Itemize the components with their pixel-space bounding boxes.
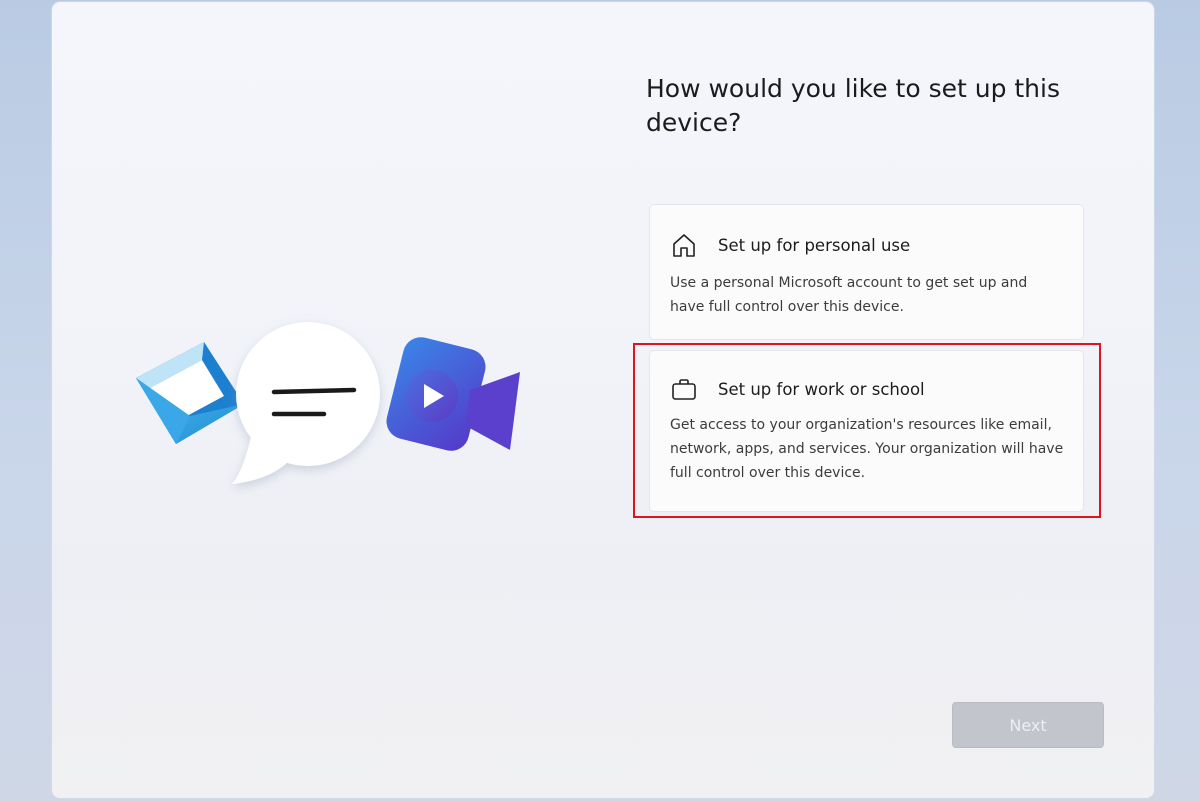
option-description: Get access to your organization's resour… bbox=[670, 417, 1064, 481]
page-title: How would you like to set up this device… bbox=[646, 74, 1061, 137]
mail-envelope-icon bbox=[136, 342, 244, 444]
personal-use-option[interactable]: Set up for personal use Use a personal M… bbox=[650, 205, 1083, 339]
briefcase-icon bbox=[670, 375, 698, 403]
work-or-school-option[interactable]: Set up for work or school Get access to … bbox=[650, 351, 1083, 511]
setup-window: How would you like to set up this device… bbox=[52, 2, 1154, 798]
option-title: Set up for personal use bbox=[718, 235, 911, 255]
video-camera-icon bbox=[386, 337, 520, 451]
option-title: Set up for work or school bbox=[718, 379, 925, 399]
home-icon bbox=[670, 231, 698, 259]
option-header: Set up for work or school bbox=[670, 375, 925, 403]
hero-illustration bbox=[136, 322, 520, 484]
option-header: Set up for personal use bbox=[670, 231, 910, 259]
next-button[interactable]: Next bbox=[952, 702, 1104, 748]
chat-bubble-icon bbox=[232, 322, 380, 484]
option-description: Use a personal Microsoft account to get … bbox=[670, 275, 1028, 315]
